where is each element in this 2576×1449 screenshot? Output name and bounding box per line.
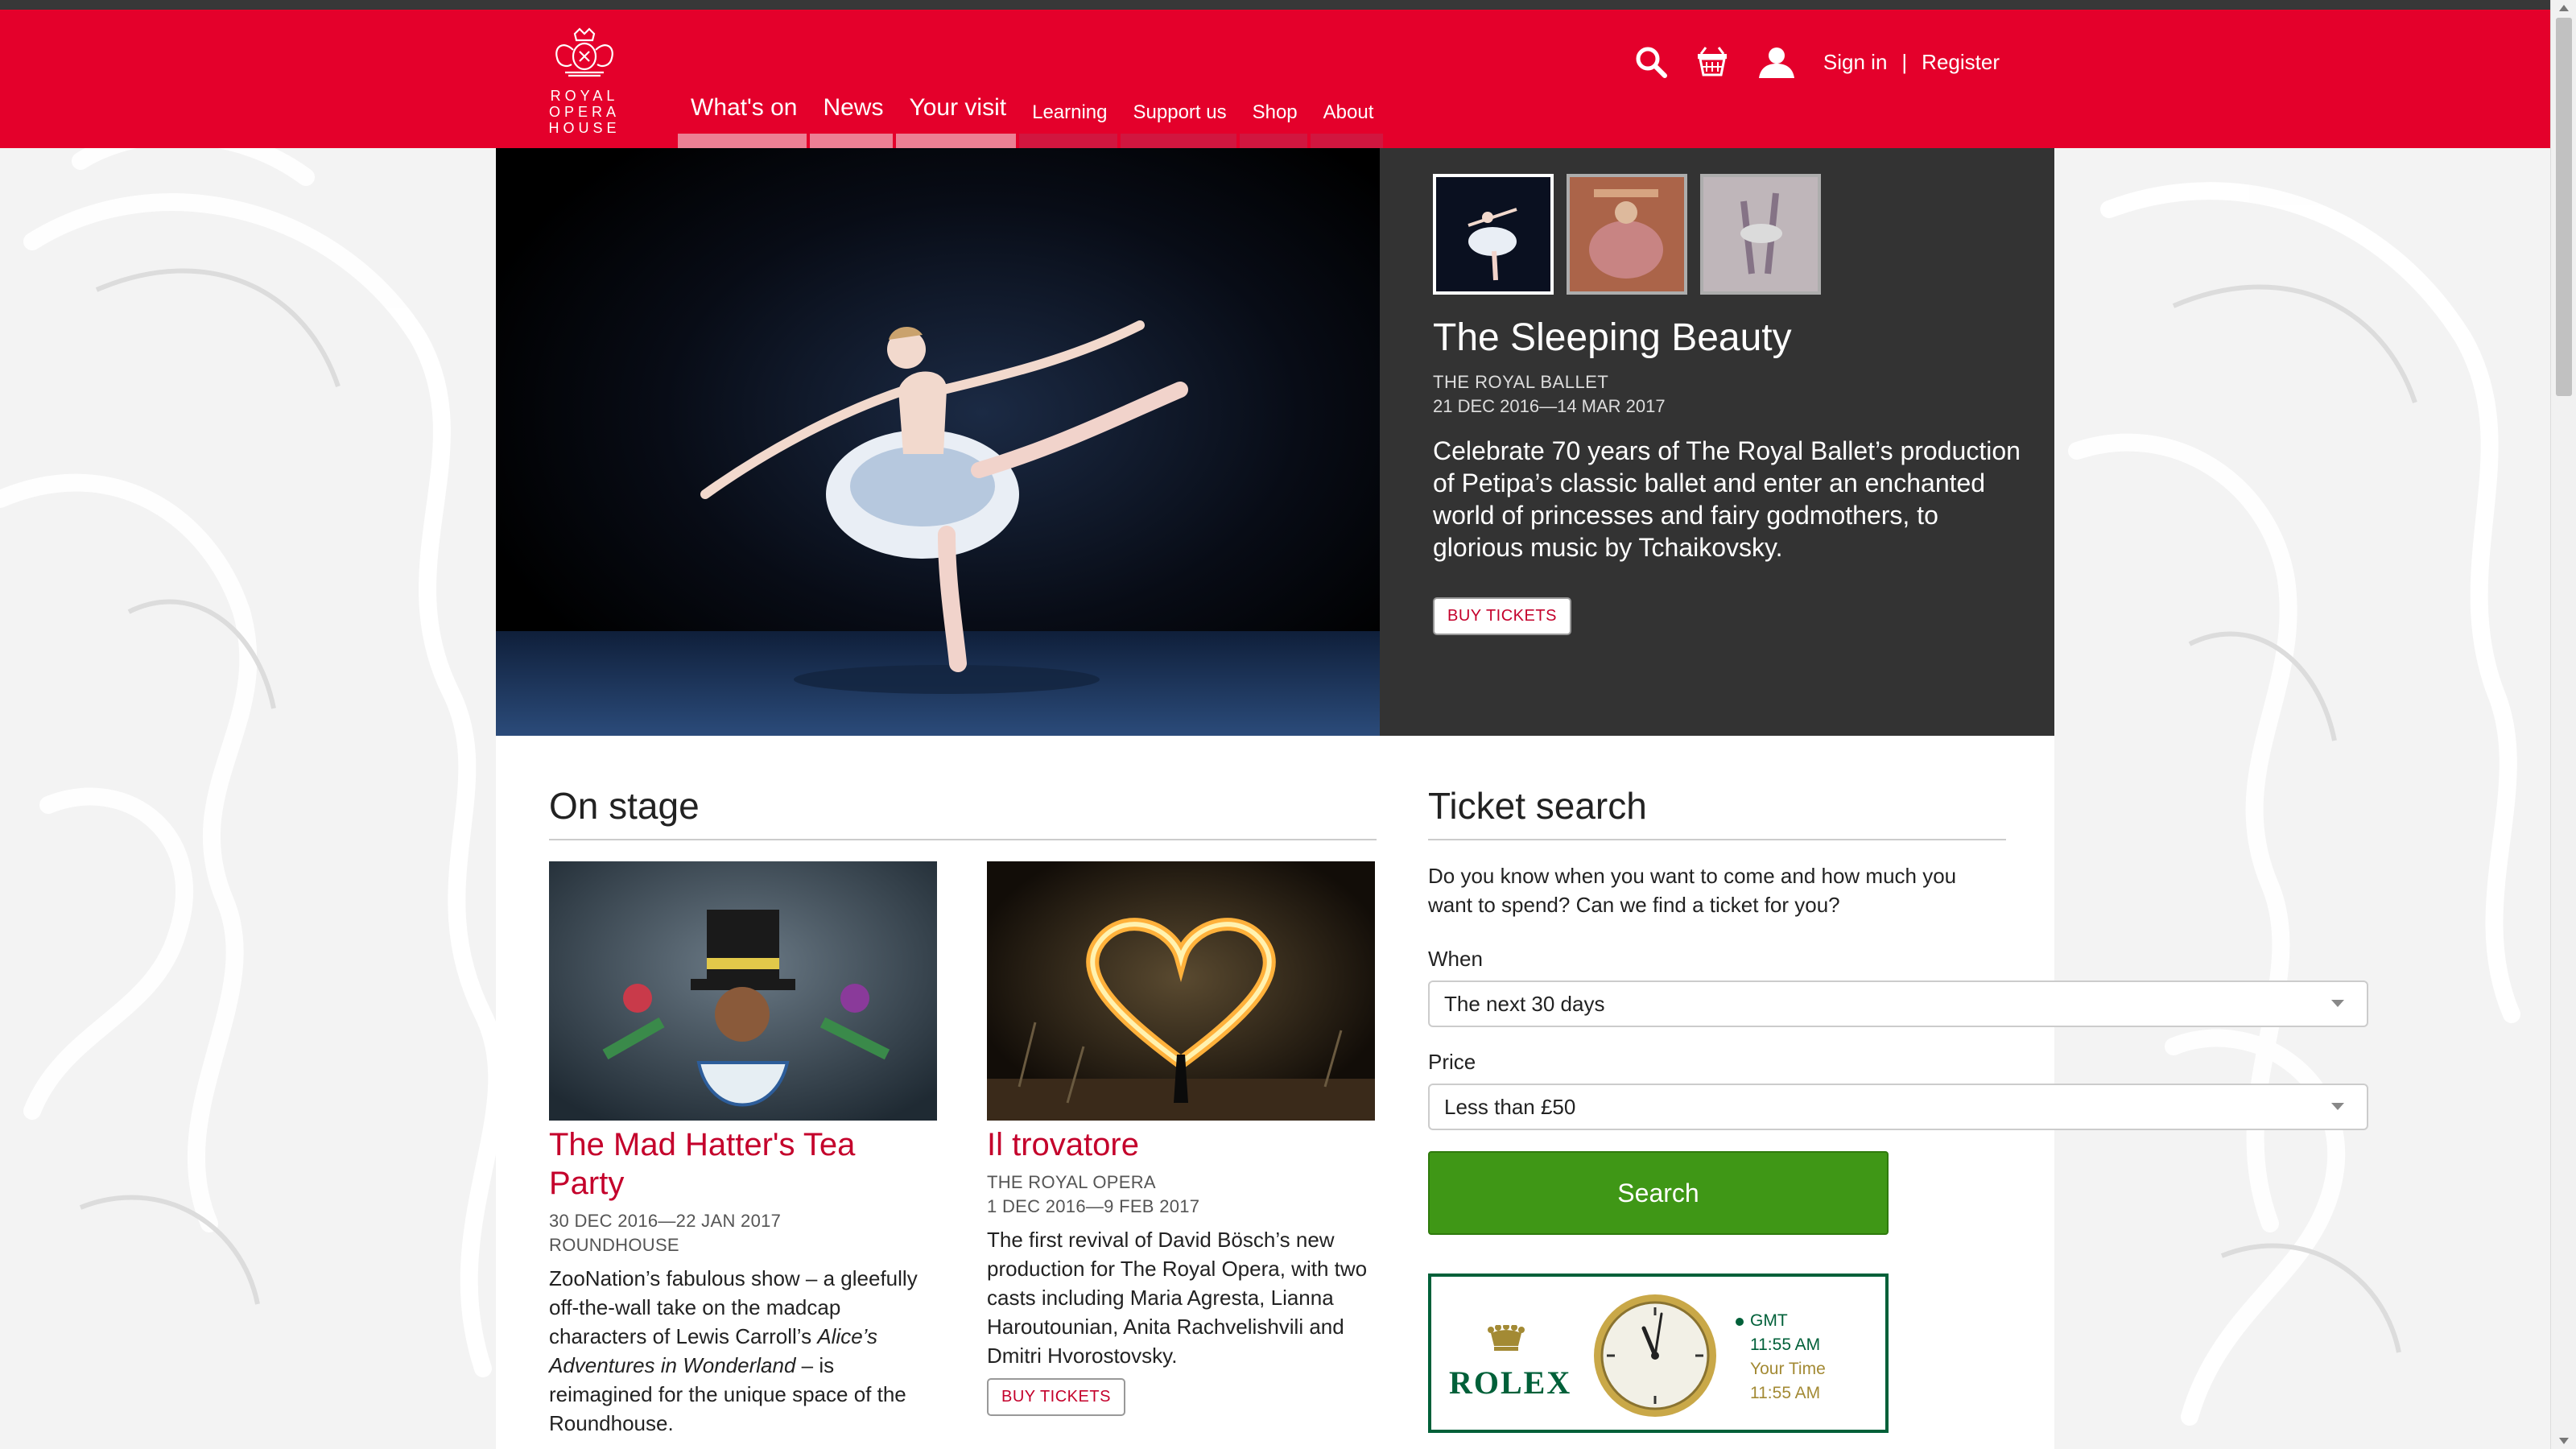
search-icon[interactable] bbox=[1633, 44, 1669, 80]
card-dates: 30 DEC 2016—22 JAN 2017 bbox=[549, 1211, 782, 1231]
rolex-crown-icon bbox=[1488, 1325, 1525, 1351]
nav-label: Learning bbox=[1032, 101, 1108, 123]
price-label: Price bbox=[1428, 1050, 1476, 1074]
hero-dates: 21 DEC 2016—14 MAR 2017 bbox=[1433, 396, 1666, 416]
nav-item-about[interactable]: About bbox=[1310, 82, 1387, 148]
nav-label: Shop bbox=[1252, 101, 1298, 123]
hero-company: THE ROYAL BALLET bbox=[1433, 372, 1609, 392]
royal-opera-house-logo[interactable]: ROYAL OPERA HOUSE bbox=[544, 26, 625, 147]
nav-item-shop[interactable]: Shop bbox=[1239, 82, 1311, 148]
price-select[interactable]: Less than £50 bbox=[1428, 1084, 2368, 1130]
card-company: THE ROYAL OPERA bbox=[987, 1172, 1156, 1192]
logo-text: ROYAL OPERA HOUSE bbox=[548, 88, 621, 136]
production-card: The Mad Hatter's Tea Party 30 DEC 2016—2… bbox=[549, 861, 937, 1438]
hero-thumbnail-2[interactable] bbox=[1567, 174, 1687, 295]
nav-label: Your visit bbox=[909, 94, 1007, 121]
card-dates: 1 DEC 2016—9 FEB 2017 bbox=[987, 1196, 1200, 1216]
mad-hatter-image[interactable] bbox=[549, 861, 937, 1121]
rolex-wordmark: ROLEX bbox=[1449, 1364, 1572, 1401]
hero-info-panel: The Sleeping Beauty THE ROYAL BALLET 21 … bbox=[1380, 148, 2054, 736]
hero-description: Celebrate 70 years of The Royal Ballet’s… bbox=[1433, 436, 2021, 562]
card-venue: ROUNDHOUSE bbox=[549, 1235, 679, 1255]
price-select-value: Less than £50 bbox=[1444, 1094, 1576, 1119]
card-title[interactable]: Il trovatore bbox=[987, 1125, 1375, 1164]
nav-item-your-visit[interactable]: Your visit bbox=[896, 82, 1019, 148]
hero-image-ballerina bbox=[496, 148, 1380, 736]
user-icon[interactable] bbox=[1756, 44, 1798, 80]
site-header: ROYAL OPERA HOUSE What's on News Your vi… bbox=[0, 10, 2550, 148]
sign-in-link[interactable]: Sign in bbox=[1823, 50, 1888, 75]
nav-item-news[interactable]: News bbox=[810, 82, 896, 148]
gmt-label: GMT bbox=[1750, 1311, 1788, 1330]
gmt-dot-icon bbox=[1736, 1318, 1744, 1326]
clock-icon bbox=[1594, 1294, 1716, 1417]
ticket-search-intro: Do you know when you want to come and ho… bbox=[1428, 864, 1957, 917]
chevron-down-icon bbox=[2331, 1103, 2344, 1110]
hero-buy-tickets-button[interactable]: BUY TICKETS bbox=[1433, 597, 1571, 635]
hero-title: The Sleeping Beauty bbox=[1433, 316, 1792, 359]
crest-icon bbox=[555, 27, 613, 77]
basket-icon[interactable] bbox=[1695, 44, 1730, 80]
nav-item-learning[interactable]: Learning bbox=[1019, 82, 1120, 148]
search-button[interactable]: Search bbox=[1428, 1151, 1889, 1235]
nav-label: News bbox=[823, 94, 884, 121]
il-trovatore-image[interactable] bbox=[987, 861, 1375, 1121]
hero-thumbnail-1[interactable] bbox=[1433, 174, 1554, 295]
hero-carousel: The Sleeping Beauty THE ROYAL BALLET 21 … bbox=[496, 148, 2054, 736]
nav-item-support-us[interactable]: Support us bbox=[1120, 82, 1240, 148]
gmt-time: 11:55 AM bbox=[1750, 1335, 1821, 1354]
top-strip bbox=[0, 0, 2576, 10]
rolex-times: GMT 11:55 AM Your Time 11:55 AM bbox=[1736, 1309, 1826, 1406]
scroll-up-icon[interactable] bbox=[2559, 5, 2569, 11]
nav-item-whats-on[interactable]: What's on bbox=[678, 82, 810, 148]
when-select-value: The next 30 days bbox=[1444, 991, 1605, 1016]
ticket-search-heading: Ticket search bbox=[1428, 784, 2006, 840]
card-title[interactable]: The Mad Hatter's Tea Party bbox=[549, 1125, 937, 1203]
hero-thumbnail-3[interactable] bbox=[1700, 174, 1821, 295]
separator: | bbox=[1901, 49, 1908, 74]
card-description: The first revival of David Bösch’s new p… bbox=[987, 1228, 1368, 1368]
register-link[interactable]: Register bbox=[1922, 50, 2000, 75]
when-select[interactable]: The next 30 days bbox=[1428, 980, 2368, 1027]
card-description: ZooNation’s fabulous show – a gleefully … bbox=[549, 1264, 937, 1438]
page-scrollbar[interactable] bbox=[2550, 0, 2576, 1449]
when-label: When bbox=[1428, 947, 1483, 971]
nav-label: What's on bbox=[691, 94, 798, 121]
on-stage-heading: On stage bbox=[549, 784, 1377, 840]
main-nav: What's on News Your visit Learning Suppo… bbox=[678, 82, 1386, 148]
utility-bar: Sign in | Register bbox=[1633, 34, 2000, 90]
production-card: Il trovatore THE ROYAL OPERA 1 DEC 2016—… bbox=[987, 861, 1375, 1416]
rolex-clock-widget[interactable]: ROLEX GMT 11:55 AM Your Time 11:55 AM bbox=[1428, 1274, 1889, 1433]
your-time-label: Your Time bbox=[1750, 1360, 1826, 1378]
chevron-down-icon bbox=[2331, 1000, 2344, 1007]
scroll-thumb[interactable] bbox=[2556, 18, 2572, 396]
hero-thumbnails bbox=[1433, 174, 1834, 295]
buy-tickets-button[interactable]: BUY TICKETS bbox=[987, 1378, 1125, 1416]
your-time: 11:55 AM bbox=[1750, 1384, 1821, 1402]
scroll-down-icon[interactable] bbox=[2559, 1438, 2569, 1444]
nav-label: Support us bbox=[1133, 101, 1227, 123]
nav-label: About bbox=[1323, 101, 1374, 123]
main-content: On stage The Mad Hatter's Tea Party 30 D… bbox=[496, 736, 2368, 1449]
